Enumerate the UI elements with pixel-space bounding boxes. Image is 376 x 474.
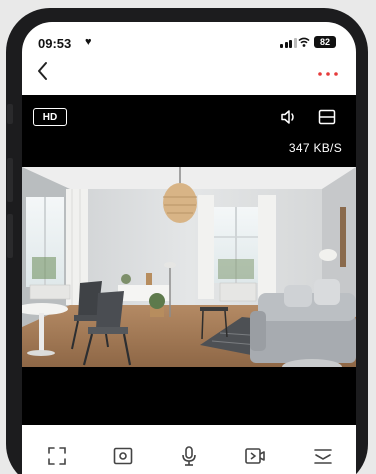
speaker-icon[interactable] xyxy=(280,109,298,125)
microphone-icon[interactable] xyxy=(178,445,200,467)
volume-down-button xyxy=(7,214,13,258)
bitrate-readout: 347 KB/S xyxy=(288,141,342,155)
record-video-icon[interactable] xyxy=(244,445,266,467)
chevron-left-icon[interactable] xyxy=(34,60,52,82)
camera-feed xyxy=(22,167,356,367)
status-bar: 09:53 ♥ 82 xyxy=(22,22,356,54)
controls-bar xyxy=(22,425,356,474)
hd-quality-button[interactable]: HD xyxy=(33,108,67,126)
more-dots-icon[interactable] xyxy=(316,70,340,78)
menu-icon[interactable] xyxy=(312,445,334,467)
heart-icon: ♥ xyxy=(85,36,92,48)
snapshot-icon[interactable] xyxy=(112,445,134,467)
signal-icon xyxy=(280,38,297,48)
volume-up-button xyxy=(7,158,13,202)
wifi-icon xyxy=(298,37,310,47)
video-player[interactable]: HD 347 KB/S xyxy=(22,95,356,425)
battery-indicator: 82 xyxy=(314,36,336,48)
fullscreen-icon[interactable] xyxy=(46,445,68,467)
layout-toggle-icon[interactable] xyxy=(318,109,336,125)
mute-switch xyxy=(7,104,13,124)
nav-bar xyxy=(22,56,356,92)
status-time: 09:53 xyxy=(38,36,72,51)
app-screen: 09:53 ♥ 82 HD 347 KB/S xyxy=(22,22,356,474)
